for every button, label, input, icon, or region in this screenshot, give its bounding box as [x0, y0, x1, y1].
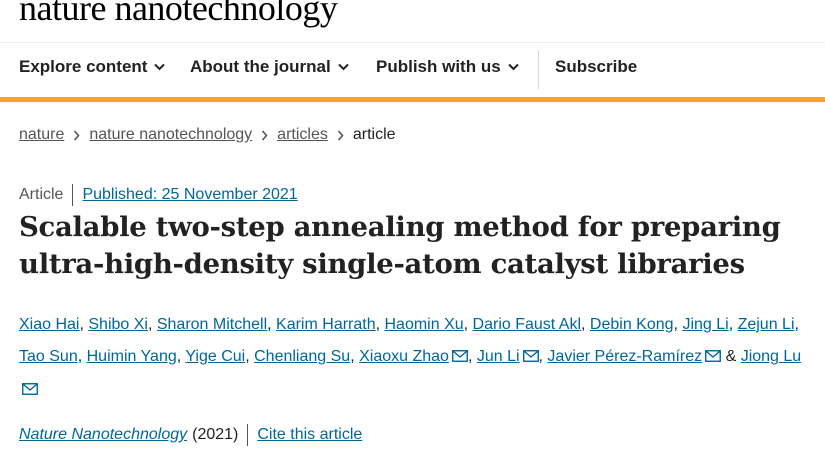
author-link[interactable]: Chenliang Su: [254, 348, 350, 365]
journal-logo[interactable]: nature nanotechnology: [19, 0, 338, 28]
chevron-down-icon: [154, 63, 166, 71]
author-link[interactable]: Xiaoxu Zhao: [359, 348, 449, 365]
breadcrumb-nature-nanotechnology[interactable]: nature nanotechnology: [89, 126, 252, 144]
author-link[interactable]: Sharon Mitchell: [157, 316, 267, 333]
nav-about-the-journal[interactable]: About the journal: [190, 57, 349, 77]
subscribe-link[interactable]: Subscribe: [555, 57, 637, 77]
published-date-link[interactable]: Published: 25 November 2021: [82, 186, 297, 204]
mail-icon[interactable]: [22, 375, 38, 407]
chevron-right-icon: [261, 129, 268, 141]
author-link[interactable]: Javier Pérez-Ramírez: [547, 348, 702, 365]
author-link[interactable]: Dario Faust Akl: [473, 316, 581, 333]
nav-item-label: About the journal: [190, 57, 331, 76]
mail-icon[interactable]: [522, 342, 539, 374]
chevron-right-icon: [73, 129, 80, 141]
chevron-right-icon: [337, 129, 344, 141]
author-link[interactable]: Shibo Xi: [88, 316, 148, 333]
publication-year: (2021): [192, 426, 239, 443]
main-nav: Explore content About the journal Publis…: [0, 42, 825, 102]
nav-explore-content[interactable]: Explore content: [19, 57, 166, 77]
author-link[interactable]: Yige Cui: [185, 348, 245, 365]
nav-divider: [538, 51, 539, 89]
chevron-down-icon: [507, 63, 519, 71]
nav-item-label: Publish with us: [376, 57, 501, 76]
author-link[interactable]: Karim Harrath: [276, 316, 376, 333]
author-link[interactable]: Jing Li: [682, 316, 728, 333]
mail-icon[interactable]: [451, 342, 468, 374]
author-ampersand: &: [725, 348, 737, 365]
author-link[interactable]: Zejun Li: [738, 316, 795, 333]
breadcrumb-articles[interactable]: articles: [277, 126, 328, 144]
chevron-down-icon: [338, 63, 349, 71]
journal-link[interactable]: Nature Nanotechnology: [19, 426, 187, 444]
author-link[interactable]: Tao Sun: [19, 348, 78, 365]
author-link[interactable]: Haomin Xu: [385, 316, 464, 333]
author-link[interactable]: Xiao Hai: [19, 316, 79, 333]
author-link[interactable]: Jiong Lu: [741, 348, 802, 365]
mail-icon[interactable]: [705, 342, 722, 374]
author-list: Xiao Hai, Shibo Xi, Sharon Mitchell, Kar…: [19, 309, 809, 407]
author-link[interactable]: Jun Li: [477, 348, 520, 365]
author-link[interactable]: Huimin Yang: [87, 348, 177, 365]
article-title: Scalable two-step annealing method for p…: [19, 211, 781, 280]
meta-divider: [72, 184, 74, 206]
breadcrumb-nature[interactable]: nature: [19, 126, 64, 144]
author-link[interactable]: Debin Kong: [590, 316, 674, 333]
cite-divider: [247, 424, 249, 446]
article-meta: Article Published: 25 November 2021: [19, 184, 298, 206]
breadcrumb-current: article: [352, 126, 396, 143]
cite-this-article-link[interactable]: Cite this article: [257, 426, 362, 444]
nav-publish-with-us[interactable]: Publish with us: [376, 57, 519, 77]
breadcrumb: nature nature nanotechnology articles ar…: [19, 126, 396, 144]
citation-line: Nature Nanotechnology (2021) Cite this a…: [19, 424, 362, 446]
nav-item-label: Explore content: [19, 57, 148, 76]
article-type: Article: [19, 186, 64, 203]
